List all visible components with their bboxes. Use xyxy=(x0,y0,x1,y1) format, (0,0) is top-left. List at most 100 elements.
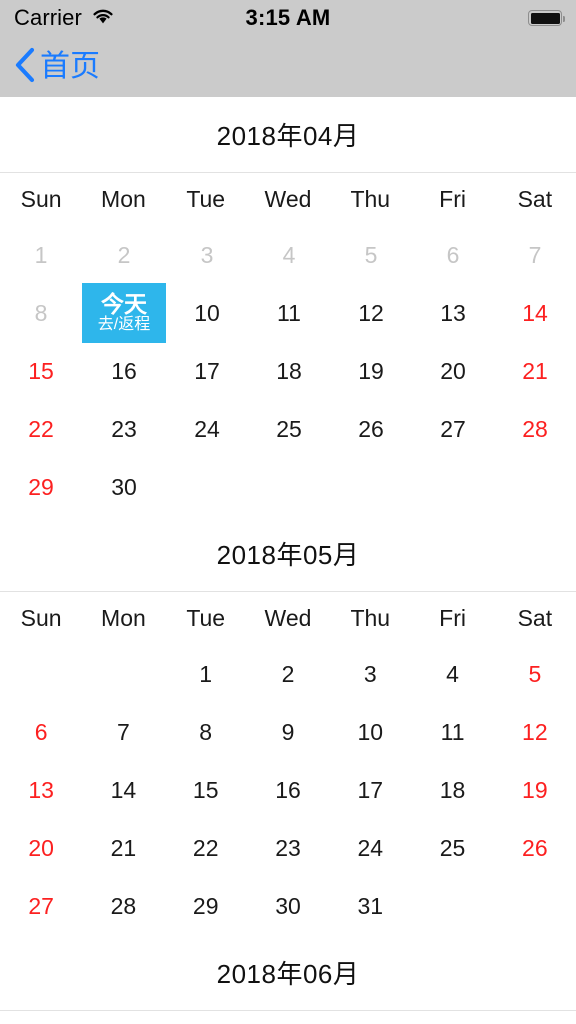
day-cell[interactable]: 1 xyxy=(165,645,247,703)
weekday-header-mon: Mon xyxy=(101,186,146,212)
weekday-header-thu: Thu xyxy=(350,605,391,631)
day-cell[interactable]: 31 xyxy=(329,877,411,935)
day-cell[interactable]: 10 xyxy=(329,703,411,761)
day-cell-empty xyxy=(412,458,494,516)
weekday-header-tue: Tue xyxy=(186,605,226,631)
day-cell[interactable]: 21 xyxy=(82,819,164,877)
day-cell[interactable]: 18 xyxy=(248,342,330,400)
day-cell[interactable]: 7 xyxy=(82,703,164,761)
day-cell: 3 xyxy=(200,241,214,268)
day-cell[interactable]: 15 xyxy=(0,342,82,400)
day-cell[interactable]: 22 xyxy=(165,819,247,877)
day-cell-empty xyxy=(248,458,330,516)
day-cell[interactable]: 22 xyxy=(0,400,82,458)
weekday-header-sun: Sun xyxy=(20,186,62,212)
day-cell-empty xyxy=(494,877,576,935)
day-cell[interactable]: 8 xyxy=(165,703,247,761)
day-cell[interactable]: 3 xyxy=(329,645,411,703)
day-cell[interactable]: 17 xyxy=(329,761,411,819)
month-title: 2018年05月 xyxy=(216,540,360,570)
day-cell[interactable]: 19 xyxy=(494,761,576,819)
day-cell[interactable]: 27 xyxy=(0,877,82,935)
day-cell-empty xyxy=(82,645,164,703)
weekday-header-wed: Wed xyxy=(264,186,312,212)
day-cell-empty xyxy=(330,458,412,516)
navigation-bar: 首页 xyxy=(0,36,576,97)
selected-day-badge: 今天 去/返程 xyxy=(82,283,166,343)
month-section: 2018年04月 Sun Mon Tue Wed Thu Fri Sat 1 2 3 4 5 6 7 8 今天去… xyxy=(0,97,576,516)
day-cell-empty xyxy=(166,458,248,516)
day-cell[interactable]: 18 xyxy=(411,761,493,819)
day-cell[interactable]: 23 xyxy=(82,400,166,458)
day-cell[interactable]: 21 xyxy=(494,342,576,400)
day-cell[interactable]: 11 xyxy=(411,703,493,761)
day-cell[interactable]: 16 xyxy=(247,761,329,819)
status-bar: Carrier 3:15 AM xyxy=(0,0,576,36)
day-cell[interactable]: 13 xyxy=(412,284,494,342)
days-grid: 1 2 3 4 5 6 7 8 今天 去/返程 10 11 12 13 14 15 16 17 18 19 20 21 22… xyxy=(0,226,576,516)
day-cell-selected[interactable]: 今天 去/返程 xyxy=(82,283,166,343)
day-cell[interactable]: 26 xyxy=(330,400,412,458)
weekday-header-mon: Mon xyxy=(101,605,146,631)
day-cell[interactable]: 29 xyxy=(165,877,247,935)
day-cell[interactable]: 13 xyxy=(0,761,82,819)
day-cell[interactable]: 30 xyxy=(247,877,329,935)
day-cell[interactable]: 23 xyxy=(247,819,329,877)
day-cell: 1 xyxy=(34,241,48,268)
carrier-label: Carrier xyxy=(14,5,82,30)
day-cell[interactable]: 10 xyxy=(166,284,248,342)
selected-day-secondary-label: 去/返程 xyxy=(97,316,151,334)
chevron-left-icon xyxy=(12,46,38,87)
calendar-screen: Carrier 3:15 AM 首页 2018年04月 Sun Mon Tue … xyxy=(0,0,576,1024)
day-cell[interactable]: 4 xyxy=(411,645,493,703)
day-cell[interactable]: 2 xyxy=(247,645,329,703)
day-cell[interactable]: 19 xyxy=(330,342,412,400)
day-cell[interactable]: 26 xyxy=(494,819,576,877)
day-cell[interactable]: 14 xyxy=(494,284,576,342)
day-cell[interactable]: 20 xyxy=(0,819,82,877)
weekday-header-sat: Sat xyxy=(517,186,553,212)
battery-full-icon xyxy=(528,10,565,26)
weekday-header-row: SunMonTueWedThuFriSat xyxy=(0,1010,576,1024)
wifi-icon xyxy=(91,7,115,30)
day-cell[interactable]: 27 xyxy=(412,400,494,458)
month-title: 2018年04月 xyxy=(216,121,360,151)
day-cell-empty xyxy=(411,877,493,935)
day-cell[interactable]: 25 xyxy=(248,400,330,458)
day-cell[interactable]: 15 xyxy=(165,761,247,819)
day-cell[interactable]: 5 xyxy=(494,645,576,703)
day-cell: 4 xyxy=(282,241,296,268)
day-cell[interactable]: 20 xyxy=(412,342,494,400)
month-section: 2018年06月 SunMonTueWedThuFriSat xyxy=(0,935,576,1024)
day-cell[interactable]: 17 xyxy=(166,342,248,400)
day-cell[interactable]: 11 xyxy=(248,284,330,342)
selected-day-primary-label: 今天 xyxy=(101,291,147,318)
weekday-header-sat: Sat xyxy=(517,605,553,631)
weekday-header-row: SunMonTueWedThuFriSat xyxy=(0,172,576,226)
weekday-header-tue: Tue xyxy=(186,186,226,212)
back-button-label: 首页 xyxy=(40,49,100,83)
month-title: 2018年06月 xyxy=(216,959,360,989)
day-cell[interactable]: 25 xyxy=(411,819,493,877)
back-button[interactable]: 首页 xyxy=(12,46,100,87)
day-cell[interactable]: 14 xyxy=(82,761,164,819)
day-cell[interactable]: 24 xyxy=(166,400,248,458)
day-cell[interactable]: 12 xyxy=(330,284,412,342)
day-cell[interactable]: 24 xyxy=(329,819,411,877)
day-cell-empty xyxy=(494,458,576,516)
weekday-header-fri: Fri xyxy=(439,186,466,212)
weekday-header-row: SunMonTueWedThuFriSat xyxy=(0,591,576,645)
day-cell[interactable]: 16 xyxy=(82,342,166,400)
day-cell-empty xyxy=(0,645,82,703)
day-cell[interactable]: 6 xyxy=(0,703,82,761)
day-cell[interactable]: 28 xyxy=(82,877,164,935)
day-cell[interactable]: 28 xyxy=(494,400,576,458)
calendar-scroll-view[interactable]: 2018年04月 Sun Mon Tue Wed Thu Fri Sat 1 2 3 4 5 6 7 8 今天去… xyxy=(0,97,576,1024)
day-cell[interactable]: 30 xyxy=(82,458,166,516)
day-cell: 8 xyxy=(34,299,48,326)
day-cell[interactable]: 29 xyxy=(0,458,82,516)
weekday-header-wed: Wed xyxy=(264,605,312,631)
day-cell[interactable]: 12 xyxy=(494,703,576,761)
day-cell[interactable]: 9 xyxy=(247,703,329,761)
month-section: 2018年05月 Sun Mon Tue Wed Thu Fri Sat 1 2 3 4 5 6 7 8 9 10… xyxy=(0,516,576,935)
